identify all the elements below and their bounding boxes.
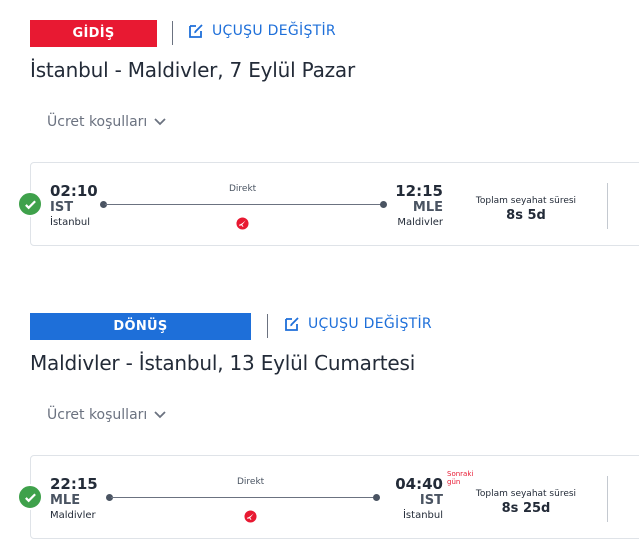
- next-day-line1: Sonraki: [447, 470, 474, 478]
- edit-icon: [285, 317, 299, 331]
- change-flight-label: UÇUŞU DEĞİŞTİR: [212, 23, 336, 39]
- outbound-badge: GİDİŞ: [30, 20, 157, 47]
- fare-rules-toggle[interactable]: Ücret koşulları: [47, 407, 167, 423]
- fare-rules-label: Ücret koşulları: [47, 407, 148, 423]
- total-duration: Toplam seyahat süresi 8s 25d: [465, 489, 587, 516]
- chevron-down-icon: [154, 411, 166, 419]
- stop-type: Direkt: [229, 184, 257, 194]
- arrival-city: İstanbul: [402, 510, 443, 521]
- return-header: DÖNÜŞ UÇUŞU DEĞİŞTİR: [30, 313, 630, 341]
- departure-info: 22:15 MLE Maldivler: [50, 476, 98, 522]
- arrival-city: Maldivler: [397, 217, 443, 228]
- duration-label: Toplam seyahat süresi: [475, 489, 577, 499]
- route-end-dot: [380, 201, 387, 208]
- departure-code: IST: [50, 200, 74, 215]
- header-divider: [267, 314, 268, 338]
- total-duration: Toplam seyahat süresi 8s 5d: [463, 196, 589, 223]
- header-divider: [172, 21, 173, 45]
- arrival-time: 12:15: [395, 182, 443, 200]
- departure-city: İstanbul: [50, 217, 91, 228]
- arrival-code: IST: [419, 493, 443, 508]
- flight-card[interactable]: 02:10 IST İstanbul Direkt 12:15 MLE Mald…: [17, 162, 639, 246]
- arrival-time: 04:40: [395, 475, 443, 493]
- change-flight-label: UÇUŞU DEĞİŞTİR: [308, 316, 432, 332]
- arrival-info: 12:15 MLE Maldivler: [391, 183, 443, 229]
- route-end-dot: [373, 494, 380, 501]
- outbound-header: GİDİŞ UÇUŞU DEĞİŞTİR: [30, 20, 630, 48]
- route-title: Maldivler - İstanbul, 13 Eylül Cumartesi: [30, 351, 416, 375]
- card-divider: [607, 476, 608, 522]
- next-day-note: Sonraki gün: [447, 470, 473, 486]
- arrival-info: 04:40 IST İstanbul: [391, 476, 443, 522]
- route-title: İstanbul - Maldivler, 7 Eylül Pazar: [30, 58, 356, 82]
- edit-icon: [189, 24, 203, 38]
- duration-value: 8s 5d: [506, 208, 546, 223]
- airline-logo-icon: [244, 510, 257, 523]
- change-flight-link[interactable]: UÇUŞU DEĞİŞTİR: [188, 23, 336, 39]
- arrival-code: MLE: [412, 200, 443, 215]
- departure-time: 22:15: [50, 475, 98, 493]
- card-divider: [607, 183, 608, 229]
- departure-info: 02:10 IST İstanbul: [50, 183, 98, 229]
- flight-card[interactable]: 22:15 MLE Maldivler Direkt 04:40 IST İst…: [17, 455, 639, 539]
- next-day-line2: gün: [447, 478, 461, 486]
- departure-city: Maldivler: [50, 510, 96, 521]
- route-line: [105, 204, 381, 205]
- chevron-down-icon: [154, 118, 166, 126]
- duration-value: 8s 25d: [501, 501, 551, 516]
- departure-code: MLE: [50, 493, 81, 508]
- route-line: [111, 497, 374, 498]
- return-badge: DÖNÜŞ: [30, 313, 251, 340]
- fare-rules-toggle[interactable]: Ücret koşulları: [47, 114, 167, 130]
- duration-label: Toplam seyahat süresi: [475, 196, 577, 206]
- departure-time: 02:10: [50, 182, 98, 200]
- fare-rules-label: Ücret koşulları: [47, 114, 148, 130]
- check-circle-icon: [17, 191, 43, 217]
- change-flight-link[interactable]: UÇUŞU DEĞİŞTİR: [284, 316, 432, 332]
- airline-logo-icon: [236, 217, 249, 230]
- stop-type: Direkt: [237, 477, 265, 487]
- check-circle-icon: [17, 484, 43, 510]
